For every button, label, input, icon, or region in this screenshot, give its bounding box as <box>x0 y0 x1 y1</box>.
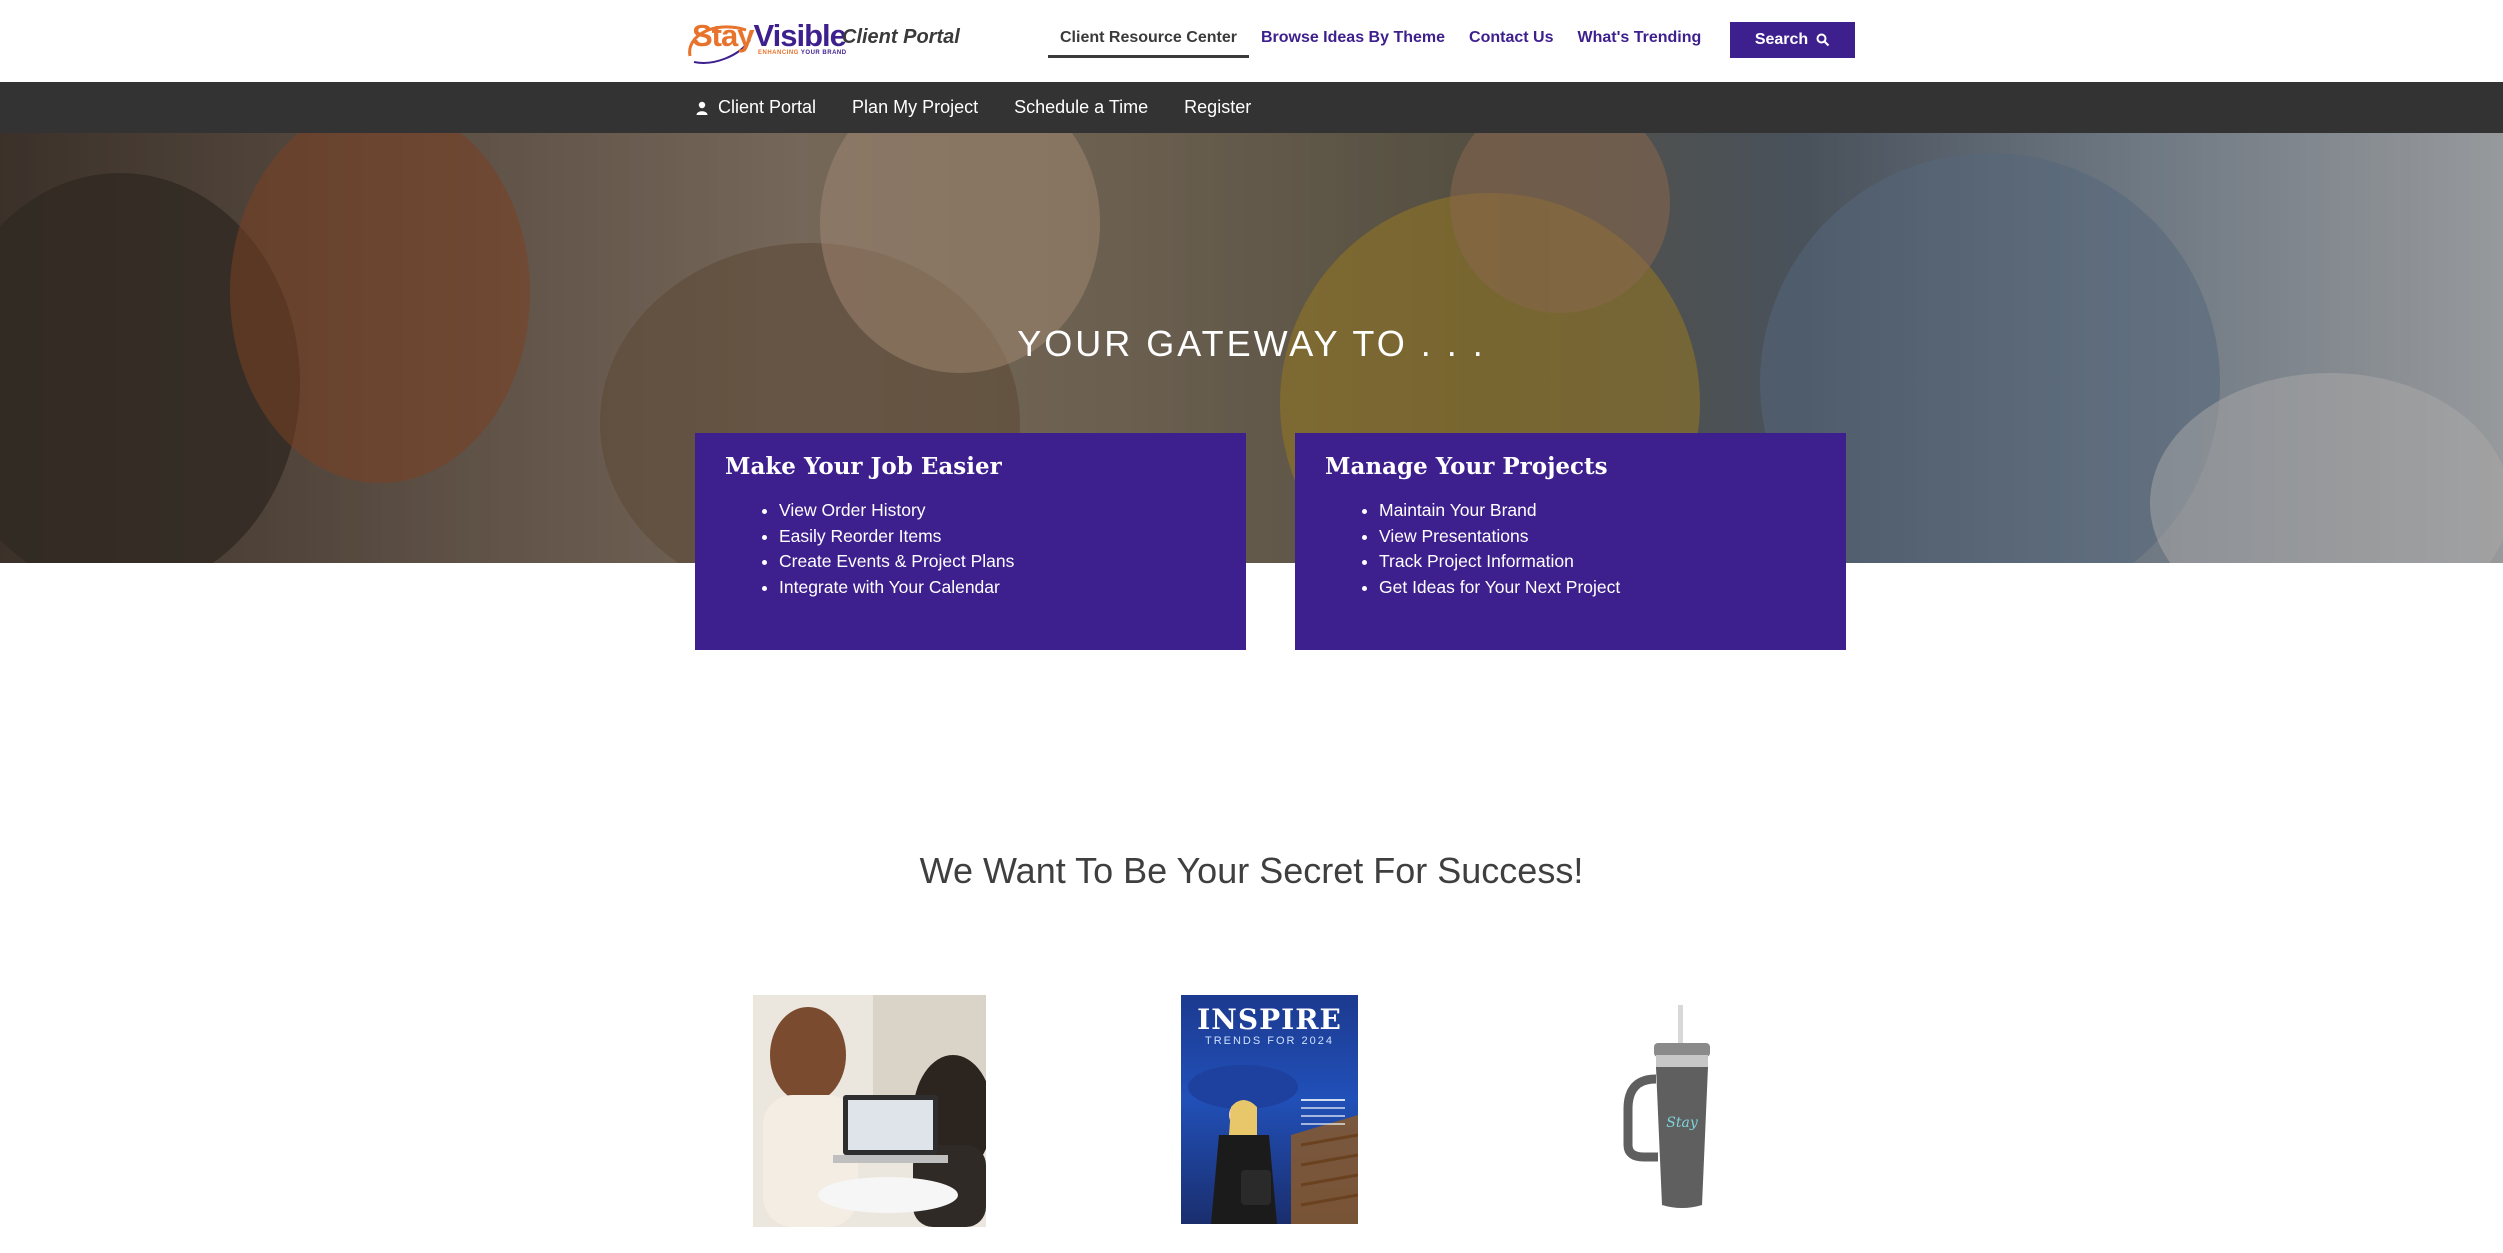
feature-item[interactable]: Track Project Information <box>1379 549 1816 575</box>
magazine-cover-illustration <box>1188 1065 1358 1224</box>
people-laptop-illustration <box>753 995 986 1227</box>
inspire-magazine-image[interactable]: INSPIRE TRENDS FOR 2024 <box>1181 995 1358 1224</box>
feature-item[interactable]: Integrate with Your Calendar <box>779 575 1216 601</box>
portal-label: Client Portal <box>842 26 960 48</box>
feature-item[interactable]: Maintain Your Brand <box>1379 498 1816 524</box>
feature-title: Make Your Job Easier <box>725 453 1002 480</box>
subnav-schedule-a-time[interactable]: Schedule a Time <box>1014 97 1148 118</box>
subnav-register[interactable]: Register <box>1184 97 1251 118</box>
feature-item[interactable]: Get Ideas for Your Next Project <box>1379 575 1816 601</box>
success-headline: We Want To Be Your Secret For Success! <box>919 850 1584 891</box>
feature-box-manage-projects: Manage Your Projects Maintain Your Brand… <box>1295 433 1846 650</box>
feature-title: Manage Your Projects <box>1325 453 1608 480</box>
svg-text:Stay: Stay <box>1666 1115 1699 1131</box>
top-nav: Client Resource Center Browse Ideas By T… <box>1048 26 1725 58</box>
feature-list: Maintain Your Brand View Presentations T… <box>1325 498 1816 600</box>
subnav-client-portal-label: Client Portal <box>718 97 817 117</box>
nav-whats-trending[interactable]: What's Trending <box>1577 26 1701 47</box>
feature-item[interactable]: View Order History <box>779 498 1216 524</box>
logo-visible: Visible <box>753 18 846 53</box>
tumbler-product-image[interactable]: Stay <box>1620 1005 1720 1210</box>
hero-banner: YOUR GATEWAY TO . . . <box>0 133 2503 563</box>
feature-item[interactable]: Easily Reorder Items <box>779 524 1216 550</box>
logo-tagline-highlight: ENHANCING <box>758 50 799 56</box>
subnav-client-portal[interactable]: Client Portal <box>696 97 816 118</box>
feature-item[interactable]: Create Events & Project Plans <box>779 549 1216 575</box>
hero-title: YOUR GATEWAY TO . . . <box>1017 323 1486 364</box>
feature-item[interactable]: View Presentations <box>1379 524 1816 550</box>
user-icon <box>696 101 708 115</box>
search-icon <box>1816 33 1830 47</box>
search-button-label: Search <box>1754 31 1809 48</box>
secondary-nav: Client Portal Plan My Project Schedule a… <box>0 82 2503 133</box>
nav-browse-ideas[interactable]: Browse Ideas By Theme <box>1261 26 1445 47</box>
feature-list: View Order History Easily Reorder Items … <box>725 498 1216 600</box>
tumbler-illustration: Stay <box>1623 1005 1710 1208</box>
subnav-plan-my-project[interactable]: Plan My Project <box>852 97 978 118</box>
nav-client-resource-center[interactable]: Client Resource Center <box>1048 26 1249 58</box>
logo-stay: Stay <box>692 18 754 53</box>
top-header: StayVisible ENHANCING YOUR BRAND Client … <box>0 0 2503 82</box>
nav-contact-us[interactable]: Contact Us <box>1469 26 1553 47</box>
logo-tagline-rest: YOUR BRAND <box>798 50 847 56</box>
logo-tagline: ENHANCING YOUR BRAND <box>758 50 847 56</box>
site-logo[interactable]: StayVisible ENHANCING YOUR BRAND Client … <box>684 14 964 66</box>
logo-wordmark: StayVisible <box>692 18 847 54</box>
feature-box-job-easier: Make Your Job Easier View Order History … <box>695 433 1246 650</box>
people-laptop-image[interactable] <box>753 995 986 1227</box>
search-button[interactable]: Search <box>1730 22 1855 58</box>
